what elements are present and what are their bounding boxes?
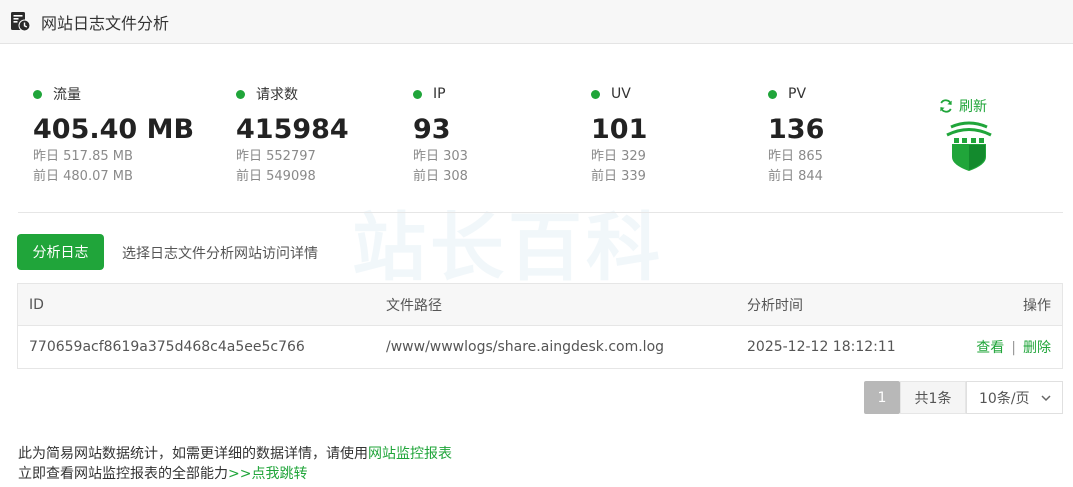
status-dot	[33, 89, 42, 99]
stat-day-before: 前日 549098	[236, 169, 316, 184]
window-title: 网站日志文件分析	[41, 13, 170, 33]
refresh-button[interactable]: 刷新	[938, 96, 987, 116]
stat-yesterday: 昨日 303	[413, 149, 468, 164]
stat-value: 405.40 MB	[33, 114, 195, 145]
status-dot	[768, 89, 777, 99]
stat-value: 415984	[236, 114, 349, 145]
page-size-select[interactable]: 10条/页	[966, 381, 1063, 414]
stat-value: 101	[591, 114, 648, 145]
stat-value: 136	[768, 114, 825, 145]
delete-link[interactable]: 删除	[1023, 340, 1051, 356]
status-dot	[236, 89, 245, 99]
page-size-value: 10条/页	[979, 390, 1030, 407]
watermark: 站长百科	[352, 205, 664, 291]
stat-label: 请求数	[256, 87, 298, 103]
footnote-line-2: 立即查看网站监控报表的全部能力>>点我跳转	[18, 463, 307, 483]
cell-path: /www/wwwlogs/share.aingdesk.com.log	[386, 339, 665, 355]
table-row: 770659acf8619a375d468c4a5ee5c766 /www/ww…	[18, 326, 1062, 368]
stat-label: IP	[433, 86, 446, 102]
stat-day-before: 前日 339	[591, 169, 646, 184]
status-dot	[591, 89, 600, 99]
stat-label: 流量	[53, 87, 81, 103]
stat-yesterday: 昨日 552797	[236, 149, 316, 164]
op-separator: |	[1011, 340, 1016, 356]
stat-requests: 请求数 415984 昨日 552797 前日 549098	[236, 84, 349, 187]
footnote-text: 立即查看网站监控报表的全部能力	[18, 466, 228, 482]
table-header: ID 文件路径 分析时间 操作	[18, 284, 1062, 326]
cell-id: 770659acf8619a375d468c4a5ee5c766	[29, 339, 305, 355]
header-id: ID	[29, 296, 44, 313]
header-path: 文件路径	[386, 297, 442, 314]
stat-value: 93	[413, 114, 451, 145]
stat-yesterday: 昨日 517.85 MB	[33, 149, 133, 164]
stat-day-before: 前日 308	[413, 169, 468, 184]
stat-yesterday: 昨日 865	[768, 149, 823, 164]
header-time: 分析时间	[747, 297, 803, 314]
refresh-label: 刷新	[959, 99, 987, 115]
page-number-current[interactable]: 1	[864, 381, 900, 414]
shield-icon	[945, 121, 993, 177]
stat-label: PV	[788, 86, 807, 102]
stat-label: UV	[611, 86, 631, 102]
view-link[interactable]: 查看	[976, 340, 1004, 356]
stat-traffic: 流量 405.40 MB 昨日 517.85 MB 前日 480.07 MB	[33, 84, 194, 187]
refresh-icon	[940, 99, 952, 113]
jump-link[interactable]: >>点我跳转	[228, 466, 307, 482]
stat-yesterday: 昨日 329	[591, 149, 646, 164]
site-monitor-report-link[interactable]: 网站监控报表	[368, 446, 452, 462]
log-file-icon	[10, 11, 31, 32]
stat-day-before: 前日 844	[768, 169, 823, 184]
pagination-total: 共1条	[900, 381, 966, 414]
status-dot	[413, 89, 422, 99]
section-divider	[18, 212, 1063, 213]
header-op: 操作	[1023, 297, 1051, 314]
stat-day-before: 前日 480.07 MB	[33, 169, 133, 184]
log-table: ID 文件路径 分析时间 操作 770659acf8619a375d468c4a…	[17, 283, 1063, 369]
footnote-line-1: 此为简易网站数据统计，如需更详细的数据详情，请使用网站监控报表	[18, 443, 452, 463]
cell-time: 2025-12-12 18:12:11	[747, 339, 896, 355]
chevron-down-icon	[1041, 395, 1051, 402]
analyze-hint: 选择日志文件分析网站访问详情	[122, 246, 318, 262]
cell-op: 查看 | 删除	[946, 337, 1062, 357]
title-bar: 网站日志文件分析	[0, 0, 1073, 44]
stat-pv: PV 136 昨日 865 前日 844	[768, 84, 824, 187]
footnote-text: 此为简易网站数据统计，如需更详细的数据详情，请使用	[18, 446, 368, 462]
stat-uv: UV 101 昨日 329 前日 339	[591, 84, 647, 187]
analyze-log-button[interactable]: 分析日志	[17, 234, 104, 270]
stat-ip: IP 93 昨日 303 前日 308	[413, 84, 468, 187]
